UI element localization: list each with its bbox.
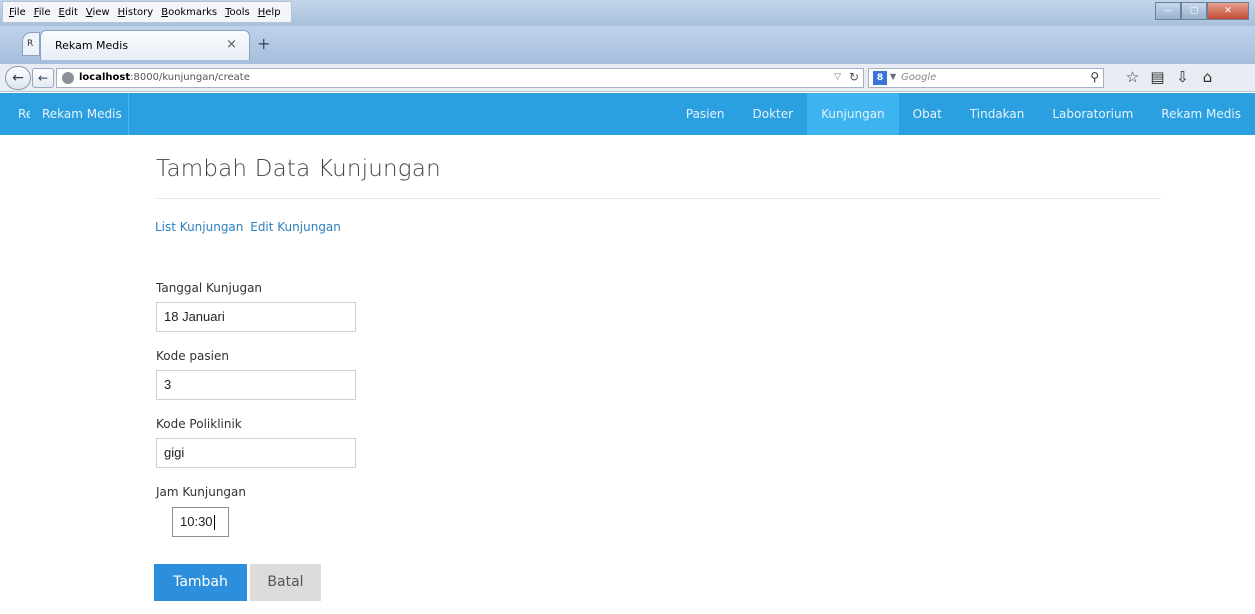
jam-kunjungan-value: 10:30 xyxy=(180,514,213,529)
url-text: localhost:8000/kunjungan/create xyxy=(79,72,250,83)
nav-item-pasien[interactable]: Pasien xyxy=(672,93,739,135)
tanggal-label: Tanggal Kunjugan xyxy=(156,281,263,295)
menu-file-2[interactable]: File xyxy=(34,7,51,18)
menu-bar: File File Edit View History Bookmarks To… xyxy=(0,0,1255,26)
tab-rekam-medis[interactable]: Rekam Medis × xyxy=(40,30,250,60)
reload-icon[interactable]: ↻ xyxy=(849,70,859,84)
nav-menu: Pasien Dokter Kunjungan Obat Tindakan La… xyxy=(672,93,1255,135)
url-path: :8000/kunjungan/create xyxy=(130,72,250,83)
nav-item-laboratorium[interactable]: Laboratorium xyxy=(1038,93,1147,135)
nav-item-obat[interactable]: Obat xyxy=(899,93,956,135)
tab-close-icon[interactable]: × xyxy=(226,37,237,52)
browser-toolbar: ← ← localhost:8000/kunjungan/create ▽ ↻ … xyxy=(0,64,1255,92)
url-host: localhost xyxy=(79,72,131,83)
search-icon[interactable]: ⚲ xyxy=(1090,70,1099,84)
tab-title: Rekam Medis xyxy=(55,39,129,52)
back-arrow-icon[interactable]: ← xyxy=(5,66,31,90)
search-placeholder: Google xyxy=(901,72,937,83)
bookmarks-list-icon[interactable]: ▤ xyxy=(1145,68,1170,86)
menu-view[interactable]: View xyxy=(86,7,110,18)
jam-kunjungan-label: Jam Kunjungan xyxy=(156,485,246,499)
text-caret xyxy=(213,515,215,531)
tambah-button[interactable]: Tambah xyxy=(154,564,247,601)
menu-help[interactable]: Help xyxy=(258,7,281,18)
menu-bookmarks[interactable]: Bookmarks xyxy=(161,7,217,18)
batal-button[interactable]: Batal xyxy=(250,564,321,601)
forward-arrow-icon[interactable]: ← xyxy=(32,68,54,88)
page-links: List Kunjungan Edit Kunjungan xyxy=(155,220,344,234)
close-window-button[interactable]: ✕ xyxy=(1207,2,1249,20)
kode-poliklinik-field[interactable]: gigi xyxy=(156,438,356,468)
search-bar[interactable]: 8 ▼ Google ⚲ xyxy=(868,68,1104,88)
tab-bar: R Rekam Medis × + xyxy=(0,26,1255,64)
menu-history[interactable]: History xyxy=(118,7,154,18)
menu-list: File File Edit View History Bookmarks To… xyxy=(2,1,292,23)
title-divider xyxy=(156,198,1161,199)
kode-pasien-label: Kode pasien xyxy=(156,349,229,363)
kode-poliklinik-label: Kode Poliklinik xyxy=(156,417,242,431)
url-dropdown-icon[interactable]: ▽ xyxy=(834,72,841,82)
menu-tools[interactable]: Tools xyxy=(225,7,250,18)
tanggal-field[interactable]: 18 Januari xyxy=(156,302,356,332)
url-bar[interactable]: localhost:8000/kunjungan/create ▽ ↻ xyxy=(56,68,864,88)
google-engine-icon[interactable]: 8 xyxy=(873,71,887,85)
engine-dropdown-icon[interactable]: ▼ xyxy=(890,72,896,81)
jam-kunjungan-field[interactable]: 10:30 xyxy=(172,507,229,537)
globe-icon xyxy=(62,72,74,84)
nav-item-dokter[interactable]: Dokter xyxy=(739,93,808,135)
toolbar-icons: ☆ ▤ ⇩ ⌂ xyxy=(1120,68,1220,86)
brand-link[interactable]: Rekam Medis xyxy=(30,93,129,135)
menu-file[interactable]: File xyxy=(9,7,26,18)
new-tab-button[interactable]: + xyxy=(257,34,270,53)
list-kunjungan-link[interactable]: List Kunjungan xyxy=(155,220,243,234)
brand-logo[interactable]: Re xyxy=(0,107,30,121)
page-title: Tambah Data Kunjungan xyxy=(156,156,441,182)
star-icon[interactable]: ☆ xyxy=(1120,68,1145,86)
app-navbar: Re Rekam Medis Pasien Dokter Kunjungan O… xyxy=(0,93,1255,135)
nav-item-rekam-medis[interactable]: Rekam Medis xyxy=(1147,93,1255,135)
nav-item-tindakan[interactable]: Tindakan xyxy=(956,93,1039,135)
brand: Re Rekam Medis xyxy=(0,93,129,135)
kode-pasien-field[interactable]: 3 xyxy=(156,370,356,400)
maximize-button[interactable]: ▢ xyxy=(1181,2,1207,20)
minimize-button[interactable]: — xyxy=(1155,2,1181,20)
menu-edit[interactable]: Edit xyxy=(59,7,78,18)
app-tab[interactable]: R xyxy=(22,32,40,56)
download-icon[interactable]: ⇩ xyxy=(1170,68,1195,86)
edit-kunjungan-link[interactable]: Edit Kunjungan xyxy=(250,220,341,234)
window-controls: — ▢ ✕ xyxy=(1155,2,1249,20)
nav-item-kunjungan[interactable]: Kunjungan xyxy=(807,93,899,135)
home-icon[interactable]: ⌂ xyxy=(1195,68,1220,86)
